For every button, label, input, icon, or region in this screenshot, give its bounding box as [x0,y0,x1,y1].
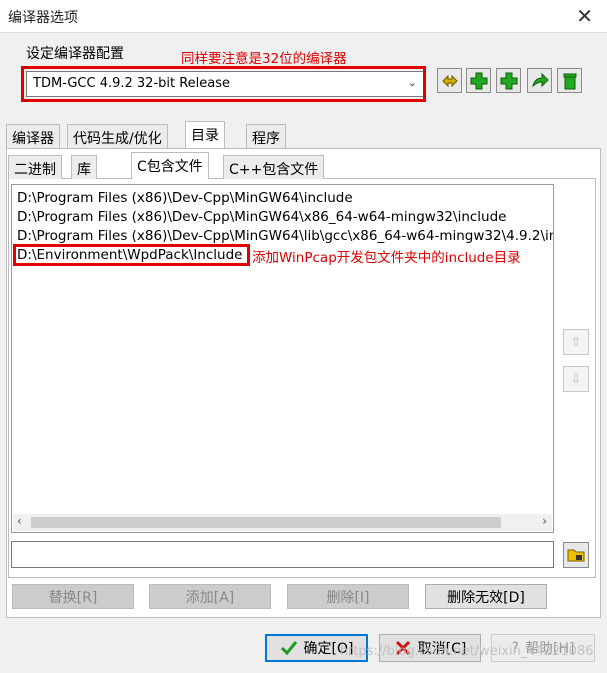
highlight-box-config [21,66,426,102]
chevron-right-icon[interactable]: › [542,514,547,528]
list-item[interactable]: D:\Program Files (x86)\Dev-Cpp\MinGW64\i… [17,190,353,206]
config-annotation: 同样要注意是32位的编译器 [181,51,347,67]
rename-config-button[interactable] [437,68,462,93]
list-item[interactable]: D:\Program Files (x86)\Dev-Cpp\MinGW64\l… [17,228,553,244]
plus-icon [500,72,517,89]
replace-button[interactable]: 替换[R] [12,584,134,609]
delete-button[interactable]: 删除[I] [287,584,409,609]
arrow-up-icon: ⇧ [570,334,582,350]
move-down-button[interactable]: ⇩ [563,366,589,392]
copy-config-button[interactable] [496,68,521,93]
tab-libraries[interactable]: 库 [71,155,97,179]
check-icon [280,641,297,656]
import-config-button[interactable] [527,68,552,93]
tab-c-includes[interactable]: C包含文件 [131,152,209,179]
folder-icon [567,549,585,562]
chevron-left-icon[interactable]: ‹ [17,514,22,528]
tab-codegen[interactable]: 代码生成/优化 [67,124,168,148]
browse-folder-button[interactable] [563,542,589,568]
tab-directories[interactable]: 目录 [185,121,225,148]
list-annotation: 添加WinPcap开发包文件夹中的include目录 [252,250,521,266]
rename-icon [441,74,458,87]
add-config-button[interactable] [466,68,491,93]
plus-icon [470,72,487,89]
delete-invalid-button[interactable]: 删除无效[D] [425,584,547,609]
horizontal-scrollbar[interactable]: ‹ › [13,514,552,531]
scrollbar-thumb[interactable] [31,517,501,528]
highlight-box-wpdpack [13,244,250,266]
delete-config-button[interactable] [557,68,582,93]
title-bar: 编译器选项 ✕ [0,0,607,32]
tab-compiler[interactable]: 编译器 [6,124,60,148]
tab-programs[interactable]: 程序 [246,124,286,148]
config-group-label: 设定编译器配置 [26,46,124,62]
watermark: https://blog.csdn.net/weixin_44221086 [340,644,594,659]
tab-cpp-includes[interactable]: C++包含文件 [223,155,325,179]
include-dir-list[interactable]: D:\Program Files (x86)\Dev-Cpp\MinGW64\i… [11,184,554,533]
move-up-button[interactable]: ⇧ [563,329,589,355]
tab-binaries[interactable]: 二进制 [8,155,62,179]
directory-input[interactable] [11,541,554,568]
arrow-right-icon [531,72,549,88]
arrow-down-icon: ⇩ [570,371,582,387]
window-title: 编译器选项 [8,10,78,26]
add-button[interactable]: 添加[A] [149,584,271,609]
close-icon[interactable]: ✕ [576,4,593,28]
trash-icon [563,73,576,89]
list-item[interactable]: D:\Program Files (x86)\Dev-Cpp\MinGW64\x… [17,209,506,225]
